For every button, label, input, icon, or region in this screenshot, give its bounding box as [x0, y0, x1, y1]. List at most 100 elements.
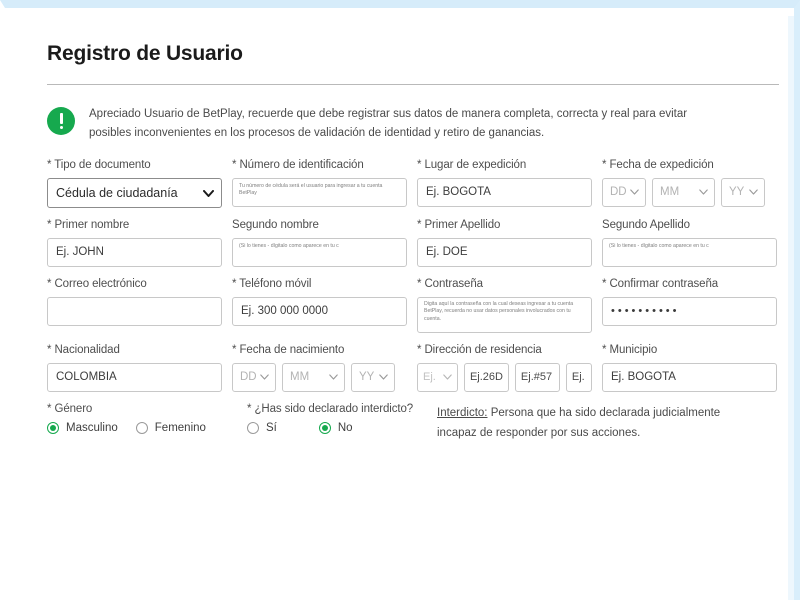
interdicto-term: Interdicto: — [437, 406, 488, 419]
field-direccion-residencia: * Dirección de residencia Ej. Ej.26D Ej.… — [417, 344, 602, 392]
tipo-documento-value: Cédula de ciudadanía — [56, 185, 178, 200]
field-numero-identificacion: * Número de identificación Tu número de … — [232, 159, 417, 208]
fecha-nacimiento-day-select[interactable]: DD — [232, 362, 276, 392]
field-contrasena: * Contraseña Digita aquí la contraseña c… — [417, 278, 602, 333]
label-direccion-residencia: * Dirección de residencia — [417, 343, 542, 356]
label-lugar-expedicion: * Lugar de expedición — [417, 158, 527, 171]
chevron-down-icon — [203, 189, 214, 197]
fecha-nacimiento-year-select[interactable]: YY — [351, 362, 395, 392]
interdicto-note: Interdicto: Persona que ha sido declarad… — [437, 403, 757, 443]
correo-electronico-input[interactable] — [47, 296, 222, 326]
direccion-type-select[interactable]: Ej. — [417, 362, 458, 392]
field-municipio: * Municipio Ej. BOGOTA — [602, 344, 787, 392]
field-segundo-apellido: Segundo Apellido (Si lo tienes - dígital… — [602, 219, 787, 267]
label-correo-electronico: * Correo electrónico — [47, 277, 147, 290]
nacionalidad-input[interactable]: COLOMBIA — [47, 362, 222, 392]
label-primer-nombre: * Primer nombre — [47, 218, 130, 231]
genero-option-masculino[interactable]: Masculino — [47, 421, 118, 434]
chevron-down-icon — [329, 374, 338, 381]
label-interdicto: * ¿Has sido declarado interdicto? — [247, 402, 414, 415]
interdicto-option-no[interactable]: No — [318, 421, 353, 434]
field-nacionalidad: * Nacionalidad COLOMBIA — [47, 344, 232, 392]
direccion-part3-input[interactable]: Ej.#57 — [514, 362, 560, 392]
registration-page: Registro de Usuario Apreciado Usuario de… — [0, 0, 800, 600]
genero-option-masculino-label: Masculino — [66, 421, 118, 434]
registration-form: * Tipo de documento Cédula de ciudadanía… — [47, 159, 787, 443]
field-confirmar-contrasena: * Confirmar contraseña •••••••••• — [602, 278, 787, 333]
field-telefono-movil: * Teléfono móvil Ej. 300 000 0000 — [232, 278, 417, 333]
fecha-expedicion-year-value: YY — [729, 185, 745, 198]
field-lugar-expedicion: * Lugar de expedición Ej. BOGOTA — [417, 159, 602, 208]
vertical-scrollbar[interactable] — [788, 16, 794, 600]
confirmar-contrasena-value: •••••••••• — [611, 304, 680, 317]
segundo-apellido-input[interactable]: (Si lo tienes - dígitalo como aparece en… — [602, 237, 777, 267]
field-tipo-documento: * Tipo de documento Cédula de ciudadanía — [47, 159, 232, 208]
primer-nombre-input[interactable]: Ej. JOHN — [47, 237, 222, 267]
field-fecha-expedicion: * Fecha de expedición DD MM YY — [602, 159, 787, 208]
label-contrasena: * Contraseña — [417, 277, 483, 290]
field-primer-apellido: * Primer Apellido Ej. DOE — [417, 219, 602, 267]
field-fecha-nacimiento: * Fecha de nacimiento DD MM YY — [232, 344, 417, 392]
contrasena-input[interactable]: Digita aquí la contraseña con la cual de… — [417, 296, 592, 333]
interdicto-option-si[interactable]: Sí — [247, 421, 277, 434]
fecha-nacimiento-month-value: MM — [290, 370, 310, 383]
segundo-nombre-input[interactable]: (Si lo tienes - dígitalo como aparece en… — [232, 237, 407, 267]
fecha-expedicion-day-select[interactable]: DD — [602, 177, 646, 207]
label-primer-apellido: * Primer Apellido — [417, 218, 501, 231]
radio-icon[interactable] — [247, 421, 259, 434]
genero-option-femenino[interactable]: Femenino — [135, 421, 206, 434]
genero-option-femenino-label: Femenino — [154, 421, 206, 434]
fecha-expedicion-day-value: DD — [610, 185, 627, 198]
telefono-movil-input[interactable]: Ej. 300 000 0000 — [232, 296, 407, 326]
form-row-4: * Nacionalidad COLOMBIA * Fecha de nacim… — [47, 344, 787, 392]
form-row-5: * Género Masculino Femenino * ¿Has sido — [47, 403, 787, 443]
form-row-3: * Correo electrónico * Teléfono móvil Ej… — [47, 278, 787, 333]
primer-apellido-input[interactable]: Ej. DOE — [417, 237, 592, 267]
fecha-nacimiento-year-value: YY — [359, 370, 375, 383]
label-municipio: * Municipio — [602, 343, 658, 356]
interdicto-radio-group: Sí No — [247, 421, 437, 434]
tipo-documento-select[interactable]: Cédula de ciudadanía — [47, 177, 222, 208]
form-row-1: * Tipo de documento Cédula de ciudadanía… — [47, 159, 787, 208]
fecha-expedicion-group: DD MM YY — [602, 177, 777, 207]
lugar-expedicion-input[interactable]: Ej. BOGOTA — [417, 177, 592, 207]
radio-icon[interactable] — [47, 421, 59, 434]
registration-card: Registro de Usuario Apreciado Usuario de… — [5, 8, 794, 600]
genero-radio-group: Masculino Femenino — [47, 421, 247, 434]
field-correo-electronico: * Correo electrónico — [47, 278, 232, 333]
fecha-expedicion-year-select[interactable]: YY — [721, 177, 765, 207]
field-primer-nombre: * Primer nombre Ej. JOHN — [47, 219, 232, 267]
field-interdicto: * ¿Has sido declarado interdicto? Sí No — [247, 403, 437, 443]
exclamation-circle-icon — [47, 107, 75, 135]
title-divider — [47, 84, 779, 85]
direccion-part2-input[interactable]: Ej.26D — [463, 362, 509, 392]
radio-icon[interactable] — [135, 421, 148, 434]
numero-identificacion-input[interactable]: Tu número de cédula será el usuario para… — [232, 177, 407, 207]
confirmar-contrasena-input[interactable]: •••••••••• — [602, 296, 777, 326]
label-genero: * Género — [47, 402, 93, 415]
direccion-residencia-group: Ej. Ej.26D Ej.#57 Ej. — [417, 362, 593, 392]
interdicto-option-si-label: Sí — [266, 421, 277, 434]
field-segundo-nombre: Segundo nombre (Si lo tienes - dígitalo … — [232, 219, 417, 267]
chevron-down-icon — [749, 189, 758, 196]
interdicto-definition: Interdicto: Persona que ha sido declarad… — [437, 403, 794, 443]
municipio-input[interactable]: Ej. BOGOTA — [602, 362, 777, 392]
fecha-nacimiento-group: DD MM YY — [232, 362, 407, 392]
chevron-down-icon — [260, 374, 269, 381]
fecha-expedicion-month-select[interactable]: MM — [652, 177, 715, 207]
direccion-part4-input[interactable]: Ej. — [565, 362, 593, 392]
direccion-type-value: Ej. — [423, 370, 436, 383]
chevron-down-icon — [443, 374, 452, 381]
chevron-down-icon — [630, 189, 639, 196]
info-alert: Apreciado Usuario de BetPlay, recuerde q… — [47, 105, 777, 143]
chevron-down-icon — [379, 374, 388, 381]
alert-message: Apreciado Usuario de BetPlay, recuerde q… — [89, 108, 688, 139]
form-row-2: * Primer nombre Ej. JOHN Segundo nombre … — [47, 219, 787, 267]
label-nacionalidad: * Nacionalidad — [47, 343, 120, 356]
label-confirmar-contrasena: * Confirmar contraseña — [602, 277, 719, 290]
fecha-nacimiento-day-value: DD — [240, 370, 257, 383]
label-numero-identificacion: * Número de identificación — [232, 158, 364, 171]
fecha-nacimiento-month-select[interactable]: MM — [282, 362, 345, 392]
radio-icon[interactable] — [318, 421, 331, 434]
label-fecha-nacimiento: * Fecha de nacimiento — [232, 343, 345, 356]
